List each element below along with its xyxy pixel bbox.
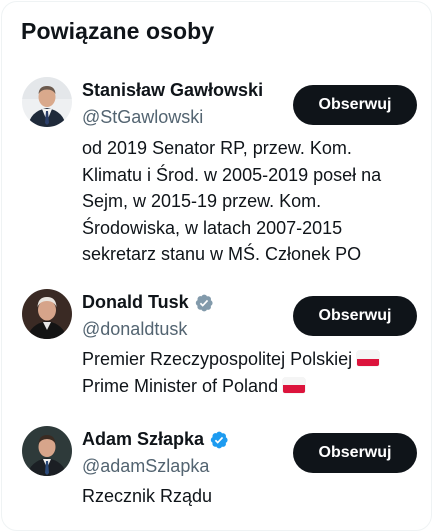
bio-line-text: Premier Rzeczypospolitej Polskiej — [82, 349, 353, 369]
person-handle[interactable]: @adamSzlapka — [82, 456, 209, 477]
bio-line: od 2019 Senator RP, przew. Kom. — [82, 138, 352, 158]
person-name-row: Stanisław Gawłowski — [82, 80, 263, 101]
bio-line: Klimatu i Środ. w 2005-2019 poseł na — [82, 164, 382, 185]
person-name-row: Donald Tusk — [82, 292, 214, 313]
bio-line-text: Prime Minister of Poland — [82, 375, 279, 396]
related-people-panel: Powiązane osoby Stanisław Gawłowski @StG… — [1, 1, 432, 531]
bio-line: Rzecznik Rządu — [82, 486, 213, 506]
person-name-row: Adam Szłapka — [82, 429, 229, 450]
person-bio: Premier Rzeczypospolitej Polskiej Prime … — [82, 346, 412, 399]
poland-flag-icon — [283, 377, 306, 393]
avatar[interactable] — [22, 426, 72, 476]
bio-line: Środowiska, w latach 2007-2015 — [82, 217, 343, 238]
avatar[interactable] — [22, 289, 72, 339]
panel-title: Powiązane osoby — [21, 18, 215, 44]
verified-badge-blue-icon[interactable] — [209, 430, 229, 450]
person-handle[interactable]: @donaldtusk — [82, 319, 187, 340]
person-name[interactable]: Stanisław Gawłowski — [82, 80, 263, 101]
person-name[interactable]: Donald Tusk — [82, 292, 189, 313]
avatar[interactable] — [22, 77, 72, 127]
follow-button[interactable]: Obserwuj — [293, 296, 417, 336]
bio-line: Prime Minister of Poland — [82, 373, 412, 400]
person-bio: od 2019 Senator RP, przew. Kom. Klimatu … — [82, 135, 412, 268]
bio-line: Premier Rzeczypospolitej Polskiej — [82, 346, 412, 373]
person-name[interactable]: Adam Szłapka — [82, 429, 204, 450]
bio-line: Sejm, w 2015-19 przew. Kom. — [82, 191, 322, 211]
bio-line: sekretarz stanu w MŚ. Członek PO — [82, 244, 362, 264]
poland-flag-icon — [357, 351, 380, 366]
person-bio: Rzecznik Rządu — [82, 483, 412, 510]
follow-button[interactable]: Obserwuj — [293, 85, 417, 125]
person-handle[interactable]: @StGawlowski — [82, 107, 203, 128]
verified-badge-gray-icon[interactable] — [194, 293, 214, 313]
follow-button[interactable]: Obserwuj — [293, 433, 417, 473]
